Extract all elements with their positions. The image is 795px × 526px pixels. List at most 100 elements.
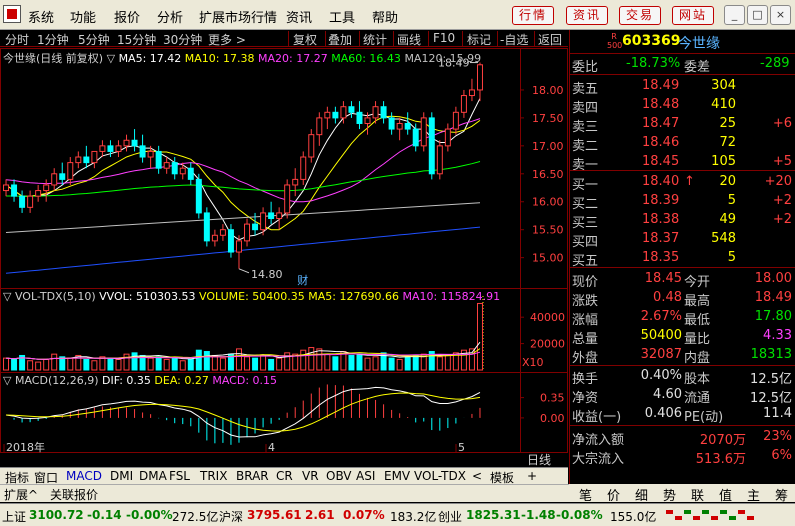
volume-bar — [332, 356, 339, 371]
committee-row: 委比 -18.73% 委差 -289 — [570, 55, 795, 75]
bid-row[interactable]: 买一 18.40 ↑ 20 +20 — [570, 173, 795, 193]
ask-row[interactable]: 卖一 18.45 105 +5 — [570, 153, 795, 173]
period-tab-30min[interactable]: 30分钟 — [163, 31, 202, 48]
candle-body — [420, 117, 427, 147]
quick-market-button[interactable]: 行情 — [512, 6, 555, 25]
bid-row[interactable]: 买二 18.39 5 +2 — [570, 192, 795, 212]
candle-body — [396, 122, 403, 130]
value-tab[interactable]: 值 — [719, 485, 732, 504]
related-quote-tab[interactable]: 关联报价 — [50, 486, 98, 503]
scroll-left-button[interactable]: < — [472, 469, 482, 483]
status-item: -0.08% — [556, 508, 603, 522]
volume-bar — [444, 354, 451, 371]
volume-bar — [187, 358, 194, 371]
fsl-tab[interactable]: FSL — [169, 469, 190, 483]
add-indicator-button[interactable]: + — [527, 469, 537, 483]
maximize-button[interactable]: □ — [747, 5, 768, 25]
related-tab[interactable]: 联 — [691, 485, 704, 504]
daily-period-label[interactable]: 日线 — [527, 451, 551, 468]
bid-price: 18.35 — [642, 250, 680, 265]
bid-row[interactable]: 买四 18.37 548 — [570, 230, 795, 250]
minimize-button[interactable]: _ — [724, 5, 745, 25]
menu-tools[interactable]: 工具 — [329, 7, 355, 26]
quick-news-button[interactable]: 资讯 — [566, 6, 609, 25]
menu-system[interactable]: 系统 — [28, 7, 54, 26]
vol-tdx-tab[interactable]: VOL-TDX — [414, 469, 466, 483]
dmi-tab[interactable]: DMI — [110, 469, 133, 483]
remove-watchlist-button[interactable]: -自选 — [500, 31, 528, 48]
ask-row[interactable]: 卖四 18.48 410 — [570, 96, 795, 116]
extension-toggle[interactable]: 扩展^ — [4, 486, 38, 503]
volume-bar — [179, 360, 186, 371]
quote-divider — [570, 267, 795, 268]
bid-row[interactable]: 买五 18.35 5 — [570, 249, 795, 269]
dma-tab[interactable]: DMA — [139, 469, 167, 483]
back-button[interactable]: 返回 — [538, 31, 562, 48]
volume-bar — [211, 354, 218, 371]
candle-body — [171, 162, 178, 175]
detail-tab[interactable]: 细 — [635, 485, 648, 504]
stat-row: 涨跌 0.48 最高 18.49 — [570, 289, 795, 309]
fundamental-label: 收益(一) — [572, 410, 622, 425]
chip-tab[interactable]: 筹 — [775, 485, 788, 504]
trend-tab[interactable]: 势 — [663, 485, 676, 504]
stat-label: 量比 — [684, 332, 711, 347]
toolbar-divider — [288, 31, 289, 46]
adjust-price-button[interactable]: 复权 — [293, 31, 317, 48]
menu-extended-market[interactable]: 扩展市场行情 — [199, 7, 277, 26]
trix-tab[interactable]: TRIX — [200, 469, 227, 483]
overlay-button[interactable]: 叠加 — [328, 31, 352, 48]
menu-quote[interactable]: 报价 — [114, 7, 140, 26]
stat-label: 现价 — [572, 275, 599, 290]
period-tab-5min[interactable]: 5分钟 — [78, 31, 110, 48]
period-tab-1min[interactable]: 1分钟 — [37, 31, 69, 48]
period-more-button[interactable]: 更多 > — [208, 31, 246, 48]
close-button[interactable]: × — [770, 5, 791, 25]
app-logo-icon[interactable] — [3, 5, 21, 23]
candle-body — [372, 106, 379, 119]
stat-value: 17.80 — [754, 309, 792, 324]
bid-row[interactable]: 买三 18.38 49 +2 — [570, 211, 795, 231]
macd-tab[interactable]: MACD — [66, 469, 102, 483]
quick-website-button[interactable]: 网站 — [672, 6, 715, 25]
candle-body — [308, 134, 315, 158]
period-tab-15min[interactable]: 15分钟 — [117, 31, 156, 48]
volume-bar — [476, 302, 483, 371]
kline-chart-area[interactable]: 18.00 17.50 17.00 16.50 16.00 15.50 15.00 18.49… — [0, 48, 568, 454]
volume-bar — [388, 357, 395, 371]
ma60-line — [6, 161, 481, 197]
menu-news[interactable]: 资讯 — [286, 7, 312, 26]
ask-row[interactable]: 卖三 18.47 25 +6 — [570, 115, 795, 135]
candle-body — [292, 178, 299, 186]
asi-tab[interactable]: ASI — [356, 469, 375, 483]
statistics-button[interactable]: 统计 — [363, 31, 387, 48]
ask-change: +6 — [772, 116, 792, 131]
period-tab-intraday[interactable]: 分时 — [5, 31, 29, 48]
menu-analysis[interactable]: 分析 — [157, 7, 183, 26]
menu-help[interactable]: 帮助 — [372, 7, 398, 26]
emv-tab[interactable]: EMV — [384, 469, 410, 483]
bid-label: 买三 — [572, 216, 599, 231]
draw-line-button[interactable]: 画线 — [397, 31, 421, 48]
tick-tab[interactable]: 笔 — [579, 485, 592, 504]
mark-button[interactable]: 标记 — [467, 31, 491, 48]
kline-chart-svg[interactable]: 18.0017.5017.0016.5016.0015.5015.0018.49… — [0, 48, 568, 454]
cr-tab[interactable]: CR — [276, 469, 293, 483]
candle-body — [388, 117, 395, 130]
candle-body — [219, 229, 226, 236]
brar-tab[interactable]: BRAR — [236, 469, 269, 483]
quick-trade-button[interactable]: 交易 — [619, 6, 662, 25]
vr-tab[interactable]: VR — [302, 469, 319, 483]
min-price-label: 14.80 — [251, 268, 283, 281]
ask-row[interactable]: 卖五 18.49 304 — [570, 77, 795, 97]
candle-body — [203, 212, 210, 242]
obv-tab[interactable]: OBV — [326, 469, 352, 483]
volume-bar — [171, 357, 178, 371]
price-tab[interactable]: 价 — [607, 485, 620, 504]
menu-function[interactable]: 功能 — [70, 7, 96, 26]
main-force-tab[interactable]: 主 — [747, 485, 760, 504]
f10-button[interactable]: F10 — [433, 31, 455, 45]
fund-flow-row: 大宗流入 513.6万 6% — [570, 447, 795, 467]
volume-indicator-name: VOL-TDX(5,10) — [14, 290, 96, 303]
ask-row[interactable]: 卖二 18.46 72 — [570, 134, 795, 154]
